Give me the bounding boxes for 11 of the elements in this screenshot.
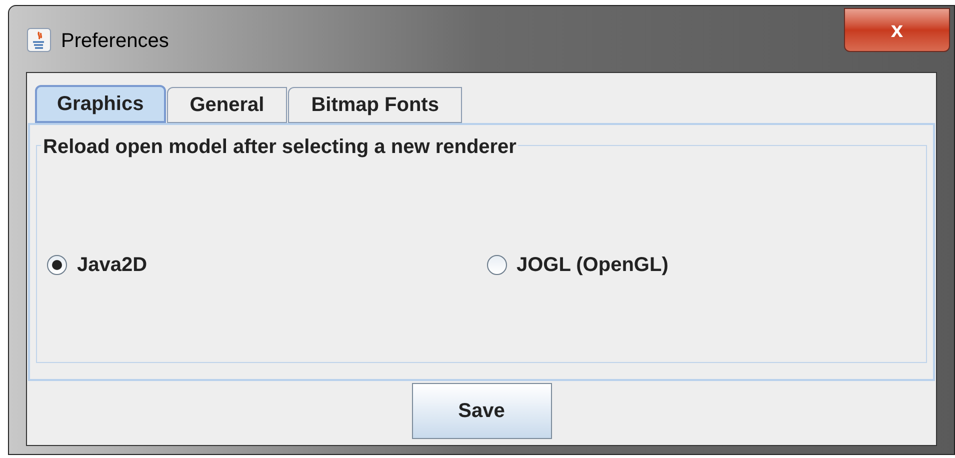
window-title: Preferences <box>61 29 169 54</box>
tab[interactable]: Bitmap Fonts <box>288 87 462 123</box>
radio-label: JOGL (OpenGL) <box>516 253 668 278</box>
radio-button[interactable] <box>486 255 506 275</box>
tab[interactable]: Graphics <box>35 85 166 123</box>
app-icon <box>27 28 51 52</box>
radio-label: Java2D <box>77 253 148 278</box>
radio-button[interactable] <box>47 255 67 275</box>
save-button[interactable]: Save <box>412 383 552 439</box>
close-button[interactable]: x <box>844 8 950 52</box>
tab[interactable]: General <box>166 87 288 123</box>
